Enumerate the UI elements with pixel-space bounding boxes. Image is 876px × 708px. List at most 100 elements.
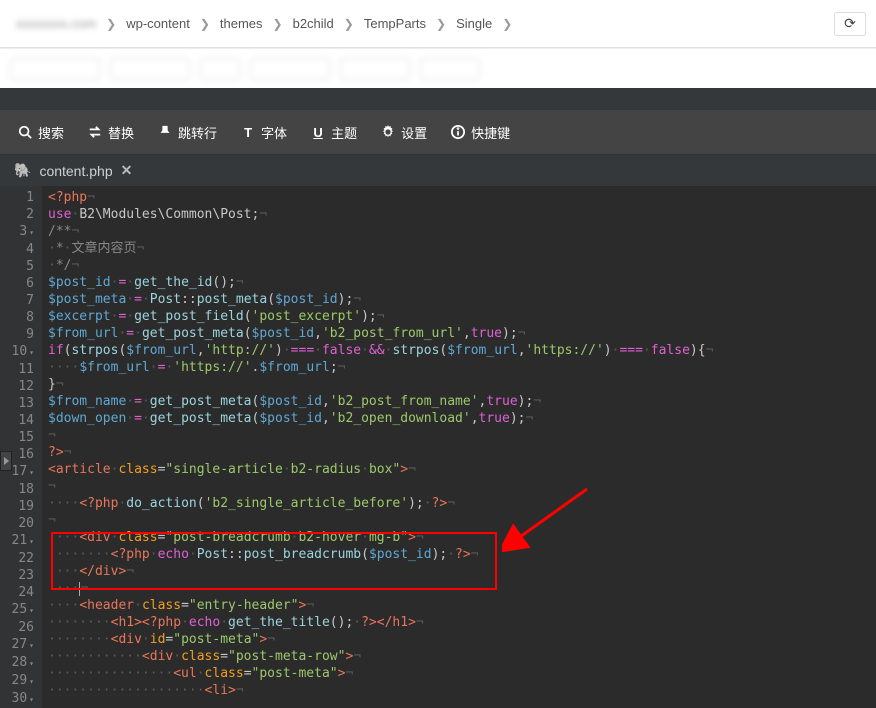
code-line[interactable]: ?>¬	[48, 444, 876, 461]
chevron-right-icon: ❯	[269, 17, 287, 31]
blurred-control[interactable]	[340, 58, 410, 80]
reload-icon: ⟳	[844, 15, 856, 32]
code-line[interactable]: ····¬	[48, 580, 876, 597]
breadcrumb-item[interactable]: themes	[214, 13, 269, 34]
code-line[interactable]: $from_url·=·get_post_meta($post_id,'b2_p…	[48, 325, 876, 342]
editor-tabs: 🐘 content.php ✕	[0, 155, 876, 186]
line-number: 30▾	[6, 690, 34, 708]
line-number: 20	[6, 515, 34, 532]
swap-icon	[88, 125, 102, 139]
code-content[interactable]: <?php¬use·B2\Modules\Common\Post;¬/**¬·*…	[42, 186, 876, 708]
code-line[interactable]: ········<?php·echo·Post::post_breadcrumb…	[48, 546, 876, 563]
blurred-control[interactable]	[110, 58, 190, 80]
browser-address-bar: xxxxxxxx.com ❯ wp-content ❯ themes ❯ b2c…	[0, 0, 876, 48]
button-label: 主题	[331, 123, 357, 142]
code-line[interactable]: if(strpos($from_url,'http://')·===·false…	[48, 342, 876, 359]
chevron-right-icon: ❯	[498, 17, 516, 31]
code-line[interactable]: ¬	[48, 427, 876, 444]
code-line[interactable]: ·*/¬	[48, 257, 876, 274]
line-number: 11	[6, 361, 34, 378]
line-number: 3▾	[6, 223, 34, 241]
chevron-right-icon: ❯	[432, 17, 450, 31]
line-number: 25▾	[6, 601, 34, 619]
code-viewport[interactable]: 123▾45678910▾11121314151617▾18192021▾222…	[0, 186, 876, 708]
search-icon	[18, 125, 32, 139]
breadcrumb-item[interactable]: wp-content	[120, 13, 196, 34]
code-line[interactable]: ¬	[48, 512, 876, 529]
button-label: 设置	[401, 123, 427, 142]
code-line[interactable]: ····$from_url·=·'https://'.$from_url;¬	[48, 359, 876, 376]
line-number: 2	[6, 206, 34, 223]
code-line[interactable]: ····················<li>¬	[48, 682, 876, 699]
line-number: 5	[6, 258, 34, 275]
line-number: 23	[6, 567, 34, 584]
code-line[interactable]: /**¬	[48, 223, 876, 240]
line-gutter: 123▾45678910▾11121314151617▾18192021▾222…	[0, 186, 42, 708]
blurred-control[interactable]	[250, 58, 330, 80]
line-number: 10▾	[6, 343, 34, 361]
chevron-right-icon: ❯	[102, 17, 120, 31]
chevron-right-icon: ❯	[196, 17, 214, 31]
breadcrumb-item[interactable]: TempParts	[358, 13, 432, 34]
close-icon[interactable]: ✕	[121, 162, 133, 179]
line-number: 1	[6, 189, 34, 206]
replace-button[interactable]: 替换	[76, 113, 146, 152]
code-line[interactable]: $post_meta·=·Post::post_meta($post_id);¬	[48, 291, 876, 308]
code-line[interactable]: <?php¬	[48, 189, 876, 206]
toolbar-secondary	[0, 48, 876, 88]
line-number: 7	[6, 292, 34, 309]
line-number: 15	[6, 429, 34, 446]
breadcrumb: xxxxxxxx.com ❯ wp-content ❯ themes ❯ b2c…	[10, 13, 834, 34]
theme-button[interactable]: U主题	[299, 113, 369, 152]
line-number: 22	[6, 550, 34, 567]
line-number: 17▾	[6, 463, 34, 481]
code-line[interactable]: ················<ul·class="post-meta">¬	[48, 665, 876, 682]
reload-button[interactable]: ⟳	[834, 12, 866, 36]
code-line[interactable]: $down_open·=·get_post_meta($post_id,'b2_…	[48, 410, 876, 427]
line-number: 18	[6, 481, 34, 498]
code-line[interactable]: ····</div>¬	[48, 563, 876, 580]
line-number: 21▾	[6, 532, 34, 550]
code-line[interactable]: ········<div·id="post-meta">¬	[48, 631, 876, 648]
chevron-right-icon: ❯	[340, 17, 358, 31]
line-number: 16	[6, 446, 34, 463]
button-label: 快捷键	[471, 123, 510, 142]
button-label: 搜索	[38, 123, 64, 142]
code-line[interactable]: ········<h1><?php·echo·get_the_title();·…	[48, 614, 876, 631]
breadcrumb-item[interactable]: Single	[450, 13, 498, 34]
line-number: 19	[6, 498, 34, 515]
code-line[interactable]: ····<div·class="post-breadcrumb·b2-hover…	[48, 529, 876, 546]
tab-content-php[interactable]: 🐘 content.php ✕	[0, 155, 146, 186]
button-label: 跳转行	[178, 123, 217, 142]
line-number: 28▾	[6, 654, 34, 672]
jumpline-button[interactable]: 跳转行	[146, 113, 229, 152]
line-number: 24	[6, 584, 34, 601]
code-line[interactable]: ·*·文章内容页¬	[48, 240, 876, 257]
line-number: 13	[6, 395, 34, 412]
font-icon: T	[241, 125, 255, 139]
code-line[interactable]: <article·class="single-article·b2-radius…	[48, 461, 876, 478]
line-number: 8	[6, 309, 34, 326]
code-editor: 搜索 替换 跳转行 T 字体 U主题 设置 快捷键 🐘 content.php ✕…	[0, 88, 876, 708]
code-line[interactable]: }¬	[48, 376, 876, 393]
code-line[interactable]: ····<?php·do_action('b2_single_article_b…	[48, 495, 876, 512]
blurred-control[interactable]	[420, 58, 480, 80]
font-button[interactable]: T 字体	[229, 113, 299, 152]
line-number: 6	[6, 275, 34, 292]
breadcrumb-item[interactable]: b2child	[287, 13, 340, 34]
button-label: 字体	[261, 123, 287, 142]
code-line[interactable]: $from_name·=·get_post_meta($post_id,'b2_…	[48, 393, 876, 410]
code-line[interactable]: ¬	[48, 478, 876, 495]
code-line[interactable]: use·B2\Modules\Common\Post;¬	[48, 206, 876, 223]
line-number: 26	[6, 619, 34, 636]
blurred-control[interactable]	[200, 58, 240, 80]
search-button[interactable]: 搜索	[6, 113, 76, 152]
line-number: 9	[6, 326, 34, 343]
code-line[interactable]: $excerpt·=·get_post_field('post_excerpt'…	[48, 308, 876, 325]
code-line[interactable]: ····<header·class="entry-header">¬	[48, 597, 876, 614]
blurred-control[interactable]	[10, 58, 100, 80]
code-line[interactable]: ············<div·class="post-meta-row">¬	[48, 648, 876, 665]
settings-button[interactable]: 设置	[369, 113, 439, 152]
shortcuts-button[interactable]: 快捷键	[439, 113, 522, 152]
code-line[interactable]: $post_id·=·get_the_id();¬	[48, 274, 876, 291]
